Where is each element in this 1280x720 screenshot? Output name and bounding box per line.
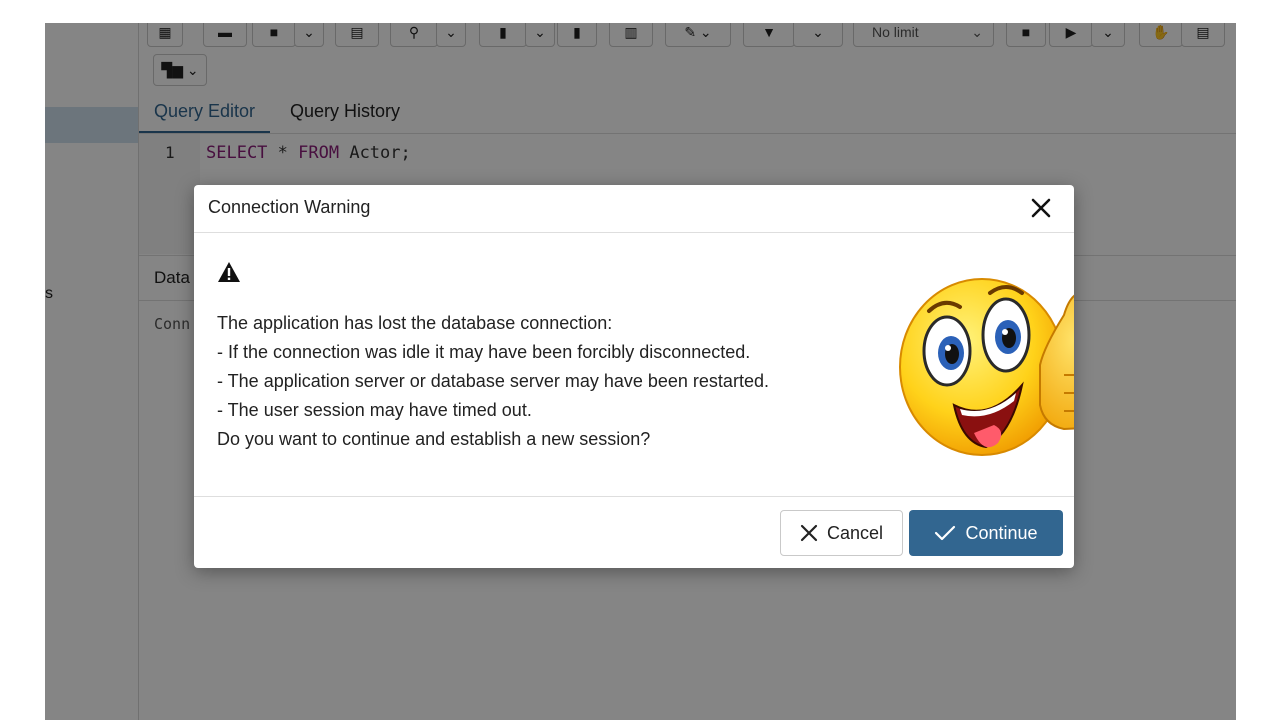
message-line: - If the connection was idle it may have… — [217, 342, 751, 362]
continue-button[interactable]: Continue — [909, 510, 1063, 556]
close-icon — [800, 524, 818, 542]
cancel-button[interactable]: Cancel — [780, 510, 903, 556]
cancel-label: Cancel — [826, 522, 884, 543]
dialog-title: Connection Warning — [208, 197, 371, 217]
dialog-footer: Cancel Continue — [194, 496, 1074, 568]
message-line: The application has lost the database co… — [217, 313, 613, 333]
message-line: - The application server or database ser… — [217, 371, 769, 391]
dialog-header: Connection Warning — [194, 185, 1074, 233]
dialog-message: The application has lost the database co… — [217, 309, 769, 454]
check-icon — [935, 525, 956, 541]
connection-warning-dialog: Connection Warning The application has l… — [194, 185, 1074, 568]
message-line: Do you want to continue and establish a … — [217, 429, 651, 449]
dialog-body: The application has lost the database co… — [194, 233, 1074, 496]
message-line: - The user session may have timed out. — [217, 400, 532, 420]
close-icon — [1031, 198, 1051, 218]
continue-label: Continue — [965, 522, 1038, 543]
close-button[interactable] — [1026, 193, 1056, 223]
thumbs-up-emoji — [899, 278, 1074, 456]
warning-icon — [218, 262, 240, 282]
